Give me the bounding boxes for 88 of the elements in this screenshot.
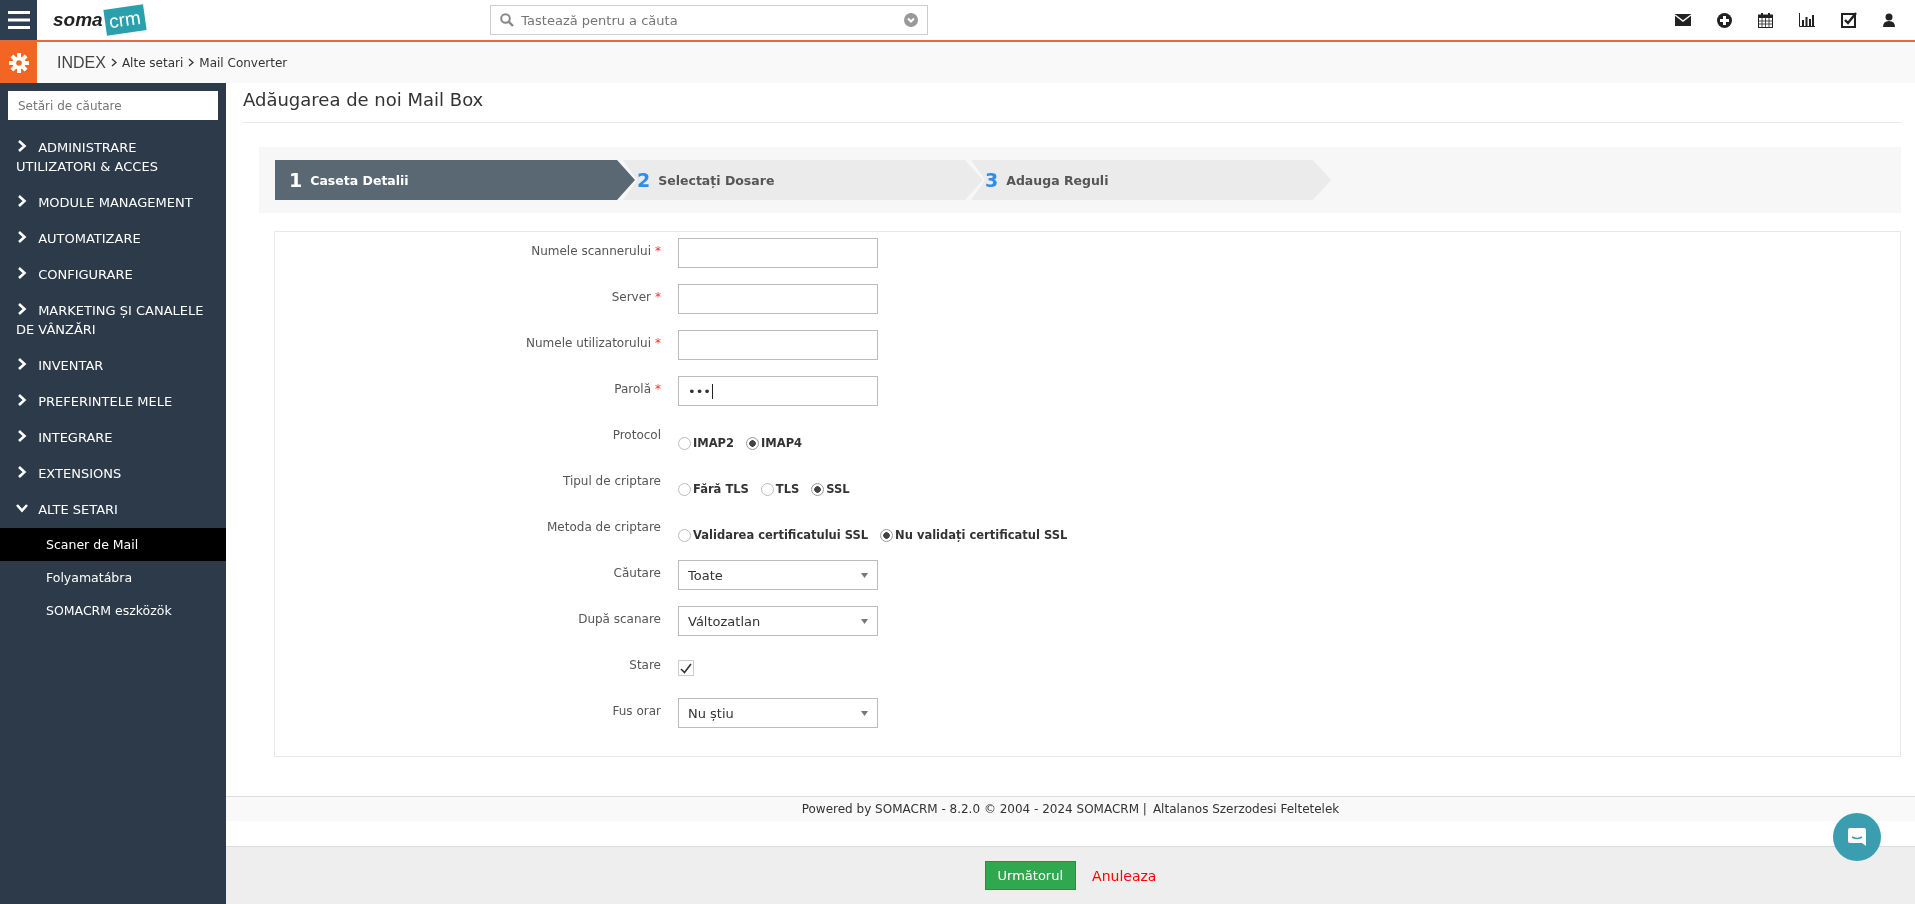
user-icon[interactable]: [1883, 13, 1895, 27]
chevron-right-icon: [16, 358, 28, 370]
menu-button[interactable]: [0, 0, 37, 40]
field-label: Metoda de criptare: [547, 520, 661, 534]
field-label: Numele scannerului: [531, 244, 651, 258]
breadcrumb-link[interactable]: Mail Converter: [199, 55, 288, 70]
chevron-right-icon: [16, 267, 28, 279]
chevron-right-icon: [16, 430, 28, 442]
sidebar-item[interactable]: AUTOMATIZARE: [0, 221, 226, 257]
breadcrumb-link[interactable]: Alte setari: [121, 55, 184, 70]
sidebar-item[interactable]: CONFIGURARE: [0, 257, 226, 293]
radio-button[interactable]: [678, 482, 691, 496]
option-label: IMAP4: [761, 436, 803, 450]
chevron-right-icon: [16, 466, 28, 478]
sidebar-item[interactable]: ALTE SETARI: [0, 492, 226, 528]
menu-icon: [7, 11, 30, 29]
input-field[interactable]: [678, 330, 878, 360]
option-label: Fără TLS: [693, 482, 749, 496]
option-label: SSL: [826, 482, 850, 496]
radio-button[interactable]: [746, 436, 760, 450]
dropdown[interactable]: Toate: [678, 560, 878, 590]
chevron-right-icon: [16, 231, 28, 243]
input-field[interactable]: •••: [678, 376, 878, 406]
sidebar-subitem[interactable]: SOMACRM eszközök: [0, 594, 226, 627]
wizard-step[interactable]: 2 Selectați Dosare: [623, 160, 983, 200]
chat-icon: [1846, 826, 1868, 848]
chevron-right-icon: [16, 303, 28, 315]
caret-icon: [861, 710, 868, 716]
chevron-right-icon: [16, 195, 28, 207]
caret-icon: [861, 618, 868, 624]
breadcrumb-link[interactable]: INDEX: [57, 53, 106, 72]
required-mark: *: [655, 336, 661, 350]
field-label: Fus orar: [612, 704, 661, 718]
terms-link[interactable]: Altalanos Szerzodesi Feltetelek: [1152, 802, 1340, 816]
sidebar-item[interactable]: INTEGRARE: [0, 420, 226, 456]
wizard-step[interactable]: 3 Adauga Reguli: [971, 160, 1331, 200]
mail-icon[interactable]: [1675, 14, 1691, 26]
search-icon: [500, 13, 515, 27]
input-field[interactable]: [678, 284, 878, 314]
option-label: Nu validați certificatul SSL: [895, 528, 1068, 542]
field-label: Tipul de criptare: [562, 474, 661, 488]
sidebar-subitem[interactable]: Scaner de Mail: [0, 528, 226, 561]
required-mark: *: [655, 290, 661, 304]
radio-button[interactable]: [678, 528, 691, 542]
field-label: Parolă: [614, 382, 651, 396]
radio-button[interactable]: [811, 482, 825, 496]
page-title: Adăugarea de noi Mail Box: [243, 83, 1901, 123]
footer-text: Powered by SOMACRM - 8.2.0 © 2004 - 2024 SOMACRM |: [801, 802, 1147, 816]
calendar-icon[interactable]: [1758, 12, 1773, 28]
field-label: Protocol: [612, 428, 661, 442]
chevron-right-icon: [110, 58, 117, 67]
chevron-right-icon: [16, 140, 28, 152]
chevron-right-icon: [16, 394, 28, 406]
field-label: După scanare: [578, 612, 661, 626]
sidebar-item[interactable]: INVENTAR: [0, 348, 226, 384]
field-label: Numele utilizatorului: [526, 336, 651, 350]
sidebar-item[interactable]: PREFERINTELE MELE: [0, 384, 226, 420]
add-icon[interactable]: [1717, 12, 1732, 28]
settings-icon: [8, 52, 29, 73]
option-label: Validarea certificatului SSL: [693, 528, 869, 542]
required-mark: *: [655, 382, 661, 396]
option-label: TLS: [775, 482, 800, 496]
checkbox-icon[interactable]: [1841, 12, 1857, 28]
radio-button[interactable]: [880, 528, 894, 542]
radio-button[interactable]: [760, 482, 774, 496]
search-field[interactable]: Tastează pentru a căuta: [490, 5, 929, 35]
checkbox[interactable]: [678, 660, 694, 676]
wizard-step[interactable]: 1 Caseta Detalii: [275, 160, 635, 200]
sidebar-subitem[interactable]: Folyamatábra: [0, 561, 226, 594]
sidebar-item[interactable]: MODULE MANAGEMENT: [0, 185, 226, 221]
settings-search-field[interactable]: Setări de căutare: [8, 91, 218, 120]
chevron-right-icon: [188, 58, 195, 67]
input-field[interactable]: [678, 238, 878, 268]
sidebar-item[interactable]: EXTENSIONS: [0, 456, 226, 492]
bar-chart-icon[interactable]: [1799, 13, 1815, 27]
required-mark: *: [655, 244, 661, 258]
dropdown[interactable]: Változatlan: [678, 606, 878, 636]
option-label: IMAP2: [693, 436, 735, 450]
caret-icon: [861, 572, 868, 578]
sidebar-item[interactable]: MARKETING ȘI CANALELE DE VÂNZĂRI: [0, 293, 226, 348]
field-label: Stare: [629, 658, 661, 672]
chevron-down-icon: [904, 13, 919, 27]
field-label: Căutare: [613, 566, 661, 580]
chevron-down-icon: [16, 502, 28, 514]
radio-button[interactable]: [678, 436, 691, 450]
sidebar-item[interactable]: ADMINISTRARE UTILIZATORI & ACCES: [0, 130, 226, 185]
dropdown[interactable]: Nu știu: [678, 698, 878, 728]
field-label: Server: [611, 290, 651, 304]
